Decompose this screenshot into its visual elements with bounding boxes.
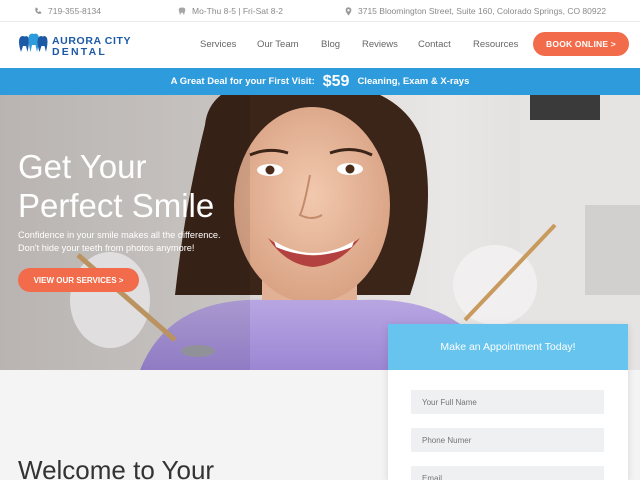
phone-input[interactable] xyxy=(411,428,604,452)
hero-subtitle-line-2: Don't hide your teeth from photos anymor… xyxy=(18,243,195,253)
nav-our-team[interactable]: Our Team xyxy=(257,39,299,50)
site-header: AURORA CITY DENTAL Services Our Team Blo… xyxy=(0,22,640,68)
full-name-input[interactable] xyxy=(411,390,604,414)
promo-details: Cleaning, Exam & X-rays xyxy=(357,76,470,87)
nav-blog[interactable]: Blog xyxy=(321,39,340,50)
phone-number[interactable]: 719-355-8134 xyxy=(48,6,101,16)
hero-subtitle: Confidence in your smile makes all the d… xyxy=(18,229,258,255)
phone-contact[interactable]: 719-355-8134 xyxy=(34,6,101,16)
book-online-button[interactable]: BOOK ONLINE > xyxy=(533,32,629,56)
nav-resources[interactable]: Resources xyxy=(473,39,518,50)
office-address[interactable]: 3715 Bloomington Street, Suite 160, Colo… xyxy=(345,6,606,16)
nav-services[interactable]: Services xyxy=(200,39,236,50)
office-hours: Mo-Thu 8-5 | Fri-Sat 8-2 xyxy=(178,6,283,16)
email-input[interactable] xyxy=(411,466,604,480)
promo-banner[interactable]: A Great Deal for your First Visit: $59 C… xyxy=(0,68,640,95)
address-text[interactable]: 3715 Bloomington Street, Suite 160, Colo… xyxy=(358,6,606,16)
nav-reviews[interactable]: Reviews xyxy=(362,39,398,50)
nav-contact[interactable]: Contact xyxy=(418,39,451,50)
hero-subtitle-line-1: Confidence in your smile makes all the d… xyxy=(18,230,221,240)
view-services-button[interactable]: VIEW OUR SERVICES > xyxy=(18,268,139,292)
hours-text: Mo-Thu 8-5 | Fri-Sat 8-2 xyxy=(192,6,284,16)
tooth-icon xyxy=(178,7,186,16)
promo-price: $59 xyxy=(322,72,350,90)
hero-title-line-2: Perfect Smile xyxy=(18,187,215,224)
hero-title-line-1: Get Your xyxy=(18,148,147,185)
map-pin-icon xyxy=(345,6,352,16)
promo-lead: A Great Deal for your First Visit: xyxy=(170,76,315,87)
phone-icon xyxy=(34,7,42,15)
top-info-bar: 719-355-8134 Mo-Thu 8-5 | Fri-Sat 8-2 37… xyxy=(0,0,640,22)
appointment-form: Make an Appointment Today! xyxy=(388,324,628,480)
appointment-form-title: Make an Appointment Today! xyxy=(388,324,628,370)
hero-title: Get Your Perfect Smile xyxy=(18,147,278,225)
welcome-heading: Welcome to Your xyxy=(18,455,215,480)
